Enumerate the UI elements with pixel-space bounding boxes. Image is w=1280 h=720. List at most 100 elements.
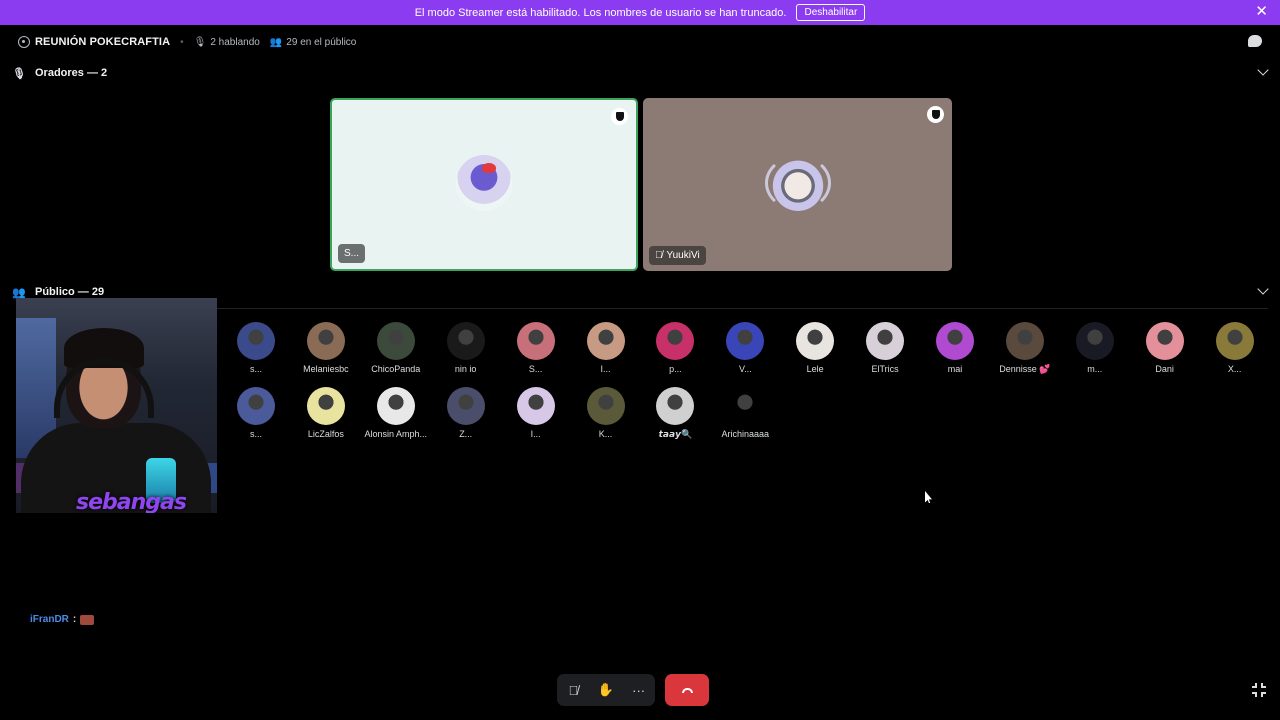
audience-member-name: I... bbox=[600, 364, 611, 374]
avatar bbox=[796, 322, 835, 360]
chevron-down-icon[interactable] bbox=[1257, 64, 1269, 76]
avatar bbox=[769, 154, 826, 211]
avatar bbox=[656, 322, 695, 360]
speakers-section-header[interactable]: 🎙 Oradores — 2 bbox=[0, 64, 1280, 82]
avatar bbox=[1075, 322, 1114, 360]
raise-hand-button[interactable]: ✋ bbox=[594, 678, 618, 702]
audience-member[interactable]: S... bbox=[501, 322, 571, 374]
chat-overlay-message: iFranDR : bbox=[30, 614, 95, 625]
muted-microphone-icon: 🎙̸ bbox=[655, 250, 663, 261]
audience-member[interactable]: mai bbox=[920, 322, 990, 374]
avatar bbox=[516, 387, 555, 425]
avatar bbox=[866, 322, 905, 360]
audience-member-name: K... bbox=[598, 429, 613, 439]
avatar bbox=[586, 322, 625, 360]
avatar bbox=[1215, 322, 1254, 360]
audience-member-name: Lele bbox=[806, 364, 824, 374]
speaker-name-label: S... bbox=[338, 244, 366, 263]
moderator-shield-icon bbox=[927, 106, 944, 123]
audience-member-name: Z... bbox=[459, 429, 473, 439]
audience-member[interactable]: ElTrics bbox=[850, 322, 920, 374]
audience-member[interactable]: s... bbox=[221, 387, 291, 439]
stage-channel-icon bbox=[18, 36, 30, 48]
avatar bbox=[726, 387, 765, 425]
audience-member[interactable]: I... bbox=[501, 387, 571, 439]
audience-member-name: Alonsin Amph... bbox=[364, 429, 428, 439]
speaker-tile[interactable]: S... bbox=[330, 98, 638, 271]
avatar bbox=[306, 387, 345, 425]
avatar bbox=[936, 322, 974, 360]
audience-member-name: s... bbox=[249, 429, 262, 439]
banner-text: El modo Streamer está habilitado. Los no… bbox=[414, 6, 787, 19]
chat-username: iFranDR bbox=[30, 614, 69, 625]
streamer-mode-banner: El modo Streamer está habilitado. Los no… bbox=[0, 0, 1280, 25]
audience-member-name: m... bbox=[1087, 364, 1103, 374]
audience-member-name: ElTrics bbox=[871, 364, 899, 374]
divider bbox=[216, 308, 1268, 309]
audience-member-name: ChicoPanda bbox=[371, 364, 421, 374]
audience-member[interactable]: Melaniesbc bbox=[291, 322, 361, 374]
mouse-cursor bbox=[925, 491, 932, 503]
audience-member[interactable]: X... bbox=[1200, 322, 1270, 374]
audience-member-name: Melaniesbc bbox=[303, 364, 349, 374]
audience-heading: Público — 29 bbox=[35, 286, 105, 298]
audience-member[interactable]: Dani bbox=[1130, 322, 1200, 374]
avatar bbox=[726, 322, 765, 360]
avatar bbox=[446, 387, 485, 425]
audience-member-name: mai bbox=[947, 364, 963, 374]
audience-member-name: X... bbox=[1227, 364, 1242, 374]
audience-member[interactable]: Dennisse 💕 bbox=[990, 322, 1060, 375]
avatar bbox=[237, 322, 275, 360]
audience-member-name: Arichinaaaa bbox=[721, 429, 770, 439]
more-options-button[interactable]: ··· bbox=[627, 678, 651, 702]
moderator-shield-icon bbox=[611, 108, 628, 125]
audience-member[interactable]: Arichinaaaa bbox=[710, 387, 780, 439]
audience-count: 👥 29 en el público bbox=[269, 36, 357, 48]
streamer-logo: sebangas bbox=[76, 490, 187, 513]
microphone-icon: 🎙 bbox=[12, 67, 26, 80]
audience-member-name: Dennisse 💕 bbox=[999, 364, 1051, 374]
audience-member[interactable]: K... bbox=[571, 387, 641, 439]
people-icon: 👥 bbox=[269, 36, 283, 48]
audience-member-name: I... bbox=[530, 429, 541, 439]
speaker-tile[interactable]: 🎙̸ YuukiVi bbox=[643, 98, 952, 271]
streamer-webcam-overlay: sebangas bbox=[16, 298, 217, 513]
leave-stage-button[interactable] bbox=[665, 674, 709, 706]
audience-member[interactable]: ChicoPanda bbox=[361, 322, 431, 374]
avatar bbox=[656, 387, 695, 425]
audience-member[interactable]: I... bbox=[571, 322, 641, 374]
speakers-heading: Oradores — 2 bbox=[35, 67, 108, 79]
audience-member[interactable]: p... bbox=[640, 322, 710, 374]
audience-member[interactable]: 𝙩𝙖𝙖𝙮🔍 bbox=[640, 387, 710, 440]
exit-fullscreen-icon[interactable] bbox=[1252, 683, 1266, 697]
audience-member[interactable]: Z... bbox=[431, 387, 501, 439]
hang-up-icon bbox=[681, 687, 693, 693]
mute-microphone-button[interactable]: 🎙̸ bbox=[561, 678, 585, 702]
avatar bbox=[1005, 322, 1044, 360]
chevron-down-icon[interactable] bbox=[1257, 283, 1269, 295]
audience-member[interactable]: m... bbox=[1060, 322, 1130, 374]
audience-member-name: V... bbox=[738, 364, 752, 374]
audience-member[interactable]: s... bbox=[221, 322, 291, 374]
avatar bbox=[446, 322, 485, 360]
stage-header: REUNIÓN POKECRAFTIA • 🎙 2 hablando 👥 29 … bbox=[0, 25, 1280, 59]
audience-member[interactable]: Alonsin Amph... bbox=[361, 387, 431, 439]
audience-member[interactable]: LicZalfos bbox=[291, 387, 361, 439]
audience-member[interactable]: Lele bbox=[780, 322, 850, 374]
avatar bbox=[306, 322, 345, 360]
audience-member-name: 𝙩𝙖𝙖𝙮🔍 bbox=[658, 429, 693, 439]
microphone-icon: 🎙 bbox=[193, 36, 207, 48]
chat-bubble-icon[interactable] bbox=[1248, 35, 1262, 47]
close-icon[interactable]: ✕ bbox=[1255, 4, 1268, 20]
stage-controls: 🎙̸ ✋ ··· bbox=[557, 674, 655, 706]
disable-streamer-mode-button[interactable]: Deshabilitar bbox=[796, 4, 866, 21]
audience-member-name: S... bbox=[528, 364, 543, 374]
avatar bbox=[586, 387, 625, 425]
audience-member[interactable]: nin io bbox=[431, 322, 501, 374]
avatar bbox=[376, 322, 415, 360]
avatar bbox=[456, 154, 512, 211]
audience-member[interactable]: V... bbox=[710, 322, 780, 374]
avatar bbox=[516, 322, 555, 360]
audience-member-name: p... bbox=[669, 364, 682, 374]
audience-member-name: LicZalfos bbox=[307, 429, 344, 439]
